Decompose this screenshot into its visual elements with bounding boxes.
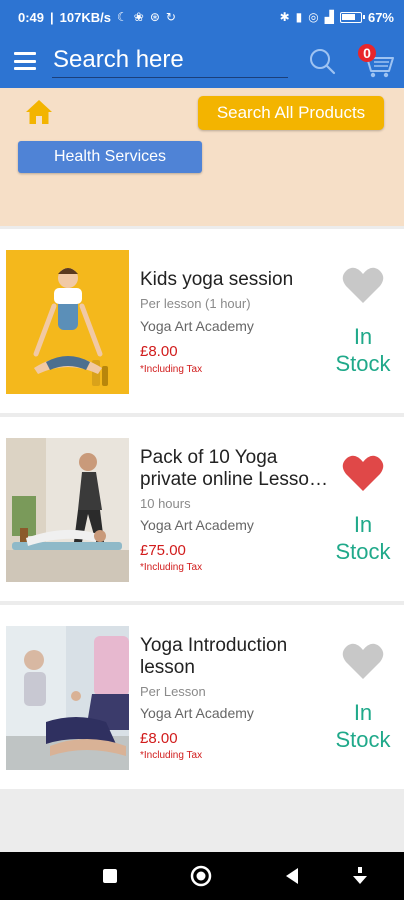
bluetooth-icon: ✱	[279, 10, 290, 24]
stock-status: In Stock	[330, 323, 396, 377]
product-duration: Per Lesson	[140, 684, 206, 699]
product-vendor: Yoga Art Academy	[140, 705, 254, 721]
product-title[interactable]: Yoga Introduction lesson	[140, 635, 328, 679]
stock-status-line2: Stock	[335, 727, 391, 752]
product-image	[6, 438, 129, 582]
product-image	[6, 626, 129, 770]
product-price: £8.00	[140, 730, 178, 747]
stock-status-line1: In	[353, 700, 373, 725]
sync-icon: ↻	[165, 10, 176, 24]
search-all-products-button[interactable]: Search All Products	[198, 96, 384, 130]
status-separator: |	[50, 9, 54, 25]
battery-icon	[339, 11, 365, 23]
home-icon[interactable]	[24, 98, 54, 126]
status-time: 0:49	[18, 9, 45, 25]
product-card[interactable]: Kids yoga session Per lesson (1 hour) Yo…	[0, 229, 404, 413]
stock-status: In Stock	[330, 511, 396, 565]
banner: Search All Products Health Services	[0, 88, 404, 226]
home-nav-icon[interactable]	[189, 864, 213, 888]
system-nav-bar	[0, 852, 404, 900]
hotspot-icon: ◎	[308, 10, 319, 24]
stock-status-line1: In	[353, 512, 373, 537]
product-vendor: Yoga Art Academy	[140, 318, 254, 334]
product-image	[6, 250, 129, 394]
tax-note: *Including Tax	[140, 562, 203, 573]
heart-icon[interactable]	[342, 265, 384, 305]
product-price: £75.00	[140, 542, 186, 559]
product-card[interactable]: Pack of 10 Yoga private online Lesso… 10…	[0, 417, 404, 601]
stock-status-line1: In	[353, 324, 373, 349]
moon-icon: ☾	[116, 10, 128, 24]
product-card[interactable]: Yoga Introduction lesson Per Lesson Yoga…	[0, 605, 404, 789]
tax-note: *Including Tax	[140, 750, 203, 761]
volte-signal-icon: ▮	[295, 10, 303, 24]
collapse-arrow-icon[interactable]	[348, 864, 372, 888]
notification-icon: ❀	[133, 10, 144, 24]
cart-count-badge: 0	[358, 44, 376, 62]
heart-icon[interactable]	[342, 453, 384, 493]
cart-button[interactable]: 0	[356, 44, 396, 80]
back-icon[interactable]	[281, 864, 305, 888]
status-bar: 0:49 | 107KB/s ☾ ❀ ⊛ ↻ ✱ ▮ ◎ ▟ 67%	[0, 0, 404, 34]
stock-status-line2: Stock	[335, 539, 391, 564]
search-input[interactable]: Search here	[52, 44, 288, 78]
stock-status: In Stock	[330, 699, 396, 753]
tax-note: *Including Tax	[140, 364, 203, 375]
status-net-speed: 107KB/s	[59, 9, 111, 25]
product-duration: Per lesson (1 hour)	[140, 296, 251, 311]
search-icon[interactable]	[308, 47, 336, 75]
health-services-button[interactable]: Health Services	[18, 141, 202, 173]
battery-level: 67%	[367, 9, 394, 25]
menu-icon[interactable]	[14, 52, 36, 70]
product-vendor: Yoga Art Academy	[140, 517, 254, 533]
product-price: £8.00	[140, 343, 178, 360]
signal-icon: ▟	[324, 10, 334, 24]
product-title[interactable]: Pack of 10 Yoga private online Lesso…	[140, 447, 328, 491]
recent-apps-icon[interactable]	[98, 864, 122, 888]
app-notification-icon: ⊛	[149, 10, 160, 24]
product-duration: 10 hours	[140, 496, 191, 511]
app-bar: Search here 0	[0, 34, 404, 88]
stock-status-line2: Stock	[335, 351, 391, 376]
heart-icon[interactable]	[342, 641, 384, 681]
product-title[interactable]: Kids yoga session	[140, 269, 328, 291]
